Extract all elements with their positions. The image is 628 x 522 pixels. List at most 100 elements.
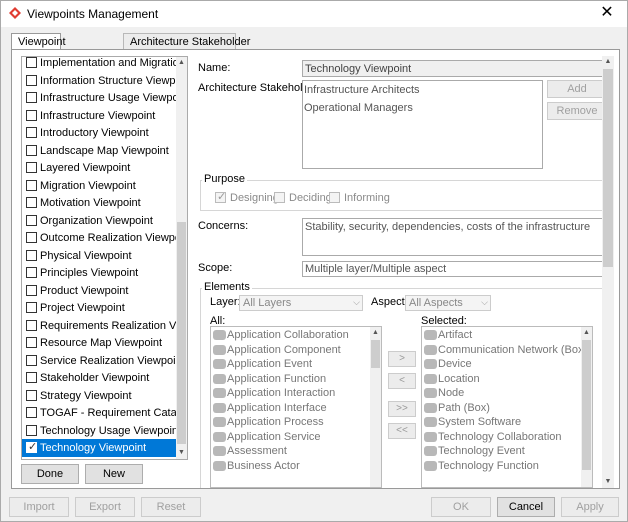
scroll-down-icon[interactable]: ▼ [602, 476, 614, 488]
stakeholder-item[interactable]: Operational Managers [304, 102, 413, 114]
scroll-thumb[interactable] [371, 340, 380, 368]
viewpoint-list-item[interactable]: Infrastructure Viewpoint [22, 107, 177, 125]
scroll-up-icon[interactable]: ▲ [370, 327, 381, 339]
all-elements-list[interactable]: Business Actor Assessment Application Serv… [210, 326, 382, 488]
viewpoint-list-item[interactable]: Service Realization Viewpoint [22, 352, 177, 370]
viewpoint-checkbox[interactable] [26, 214, 37, 226]
viewpoint-list-item[interactable]: TOGAF - Requirement Catalog [22, 404, 177, 422]
scroll-up-icon[interactable]: ▲ [176, 57, 187, 69]
remove-element-button[interactable]: < [388, 373, 416, 389]
viewpoint-checkbox[interactable] [26, 249, 37, 261]
viewpoint-list-item[interactable]: Layered Viewpoint [22, 159, 177, 177]
viewpoint-list-item[interactable]: Landscape Map Viewpoint [22, 142, 177, 160]
add-element-button[interactable]: > [388, 351, 416, 367]
scroll-thumb[interactable] [603, 69, 613, 267]
element-label: Technology Function [438, 459, 539, 472]
informing-checkbox[interactable]: Informing [329, 191, 390, 205]
viewpoint-checkbox[interactable] [26, 127, 37, 138]
viewpoint-checkbox[interactable] [26, 162, 37, 173]
tab-architecture-stakeholder[interactable]: Architecture Stakeholder [123, 33, 250, 50]
concerns-field[interactable]: Stability, security, dependencies, costs… [302, 218, 607, 256]
remove-stakeholder-button[interactable]: Remove [547, 102, 607, 120]
viewpoint-list-item[interactable]: Motivation Viewpoint [22, 194, 177, 212]
scroll-down-icon[interactable]: ▼ [176, 447, 187, 459]
layer-select[interactable]: All Layers ⌵ [239, 295, 363, 311]
viewpoint-checkbox[interactable] [26, 179, 37, 191]
add-stakeholder-button[interactable]: Add [547, 80, 607, 98]
selected-elements-list[interactable]: Technology Function Technology Event Techn… [421, 326, 593, 488]
element-label: Application Process [227, 416, 324, 428]
viewpoint-list-scrollbar[interactable]: ▲ ▼ [176, 57, 187, 459]
viewpoint-checkbox[interactable] [26, 424, 37, 436]
stakeholders-list[interactable]: Infrastructure Architects Operational Ma… [302, 80, 543, 169]
element-label: Application Service [227, 430, 321, 443]
done-button[interactable]: Done [21, 464, 79, 484]
element-type-icon [424, 388, 437, 398]
viewpoint-checkbox[interactable] [26, 144, 37, 156]
new-button[interactable]: New [85, 464, 143, 484]
remove-all-elements-button[interactable]: << [388, 423, 416, 439]
apply-button[interactable]: Apply [561, 497, 619, 517]
name-field[interactable]: Technology Viewpoint [302, 60, 607, 77]
viewpoint-checkbox[interactable] [26, 57, 37, 68]
scroll-up-icon[interactable]: ▲ [602, 56, 614, 68]
viewpoint-list-item[interactable]: Organization Viewpoint [22, 212, 177, 230]
scroll-thumb[interactable] [582, 340, 591, 470]
viewpoint-list-item[interactable]: Principles Viewpoint [22, 264, 177, 282]
viewpoint-list-item[interactable]: Project Viewpoint [22, 299, 177, 317]
checkbox-box[interactable] [274, 192, 285, 203]
viewpoint-checkbox[interactable] [26, 319, 37, 331]
viewpoint-list-item[interactable]: Implementation and Migration ... [22, 57, 177, 72]
viewpoint-checkbox[interactable] [26, 92, 37, 103]
checkbox-box[interactable] [329, 192, 340, 203]
viewpoint-checkbox[interactable] [26, 232, 37, 243]
check-icon: ✓ [28, 441, 38, 453]
viewpoint-list-item[interactable]: Physical Viewpoint [22, 247, 177, 265]
stakeholder-item[interactable]: Infrastructure Architects [304, 84, 420, 96]
all-elements-scrollbar[interactable]: ▲ [370, 327, 381, 487]
scope-field[interactable]: Multiple layer/Multiple aspect [302, 261, 607, 277]
viewpoint-checkbox[interactable] [26, 74, 37, 86]
viewpoint-checkbox[interactable] [26, 389, 37, 401]
ok-button[interactable]: OK [431, 497, 491, 517]
viewpoint-list-item[interactable]: Strategy Viewpoint [22, 387, 177, 405]
viewpoint-checkbox[interactable] [26, 197, 37, 208]
viewpoint-list-item[interactable]: Stakeholder Viewpoint [22, 369, 177, 387]
viewpoint-checkbox[interactable] [26, 337, 37, 348]
aspect-label: Aspect: [371, 296, 408, 308]
viewpoint-list-item[interactable]: Introductory Viewpoint [22, 124, 177, 142]
viewpoint-checkbox[interactable] [26, 372, 37, 383]
viewpoint-list-item[interactable]: Technology Usage Viewpoint [22, 422, 177, 440]
viewpoint-checkbox[interactable] [26, 407, 37, 418]
viewpoint-checkbox[interactable] [26, 354, 37, 366]
viewpoint-label: Migration Viewpoint [40, 179, 136, 192]
scroll-thumb[interactable] [177, 222, 186, 444]
viewpoint-checkbox[interactable] [26, 267, 37, 278]
viewpoint-checkbox[interactable] [26, 302, 37, 313]
viewpoint-checkbox[interactable] [26, 284, 37, 296]
viewpoint-list-item[interactable]: Migration Viewpoint [22, 177, 177, 195]
viewpoint-checkbox[interactable] [26, 109, 37, 121]
viewpoint-checkbox[interactable]: ✓ [26, 441, 38, 453]
scroll-up-icon[interactable]: ▲ [581, 327, 592, 339]
form-scrollbar[interactable]: ▲ ▼ [602, 56, 614, 488]
deciding-checkbox[interactable]: Deciding [274, 191, 334, 205]
viewpoint-list-item[interactable]: Requirements Realization View... [22, 317, 177, 335]
aspect-select[interactable]: All Aspects ⌵ [405, 295, 491, 311]
export-button[interactable]: Export [75, 497, 135, 517]
viewpoint-list-item[interactable]: Resource Map Viewpoint [22, 334, 177, 352]
viewpoint-list-item[interactable]: Infrastructure Usage Viewpoint [22, 89, 177, 107]
reset-button[interactable]: Reset [141, 497, 201, 517]
viewpoint-list-item[interactable]: Product Viewpoint [22, 282, 177, 300]
checkbox-box[interactable]: ✓ [215, 191, 226, 203]
selected-elements-scrollbar[interactable]: ▲ [581, 327, 592, 487]
add-all-elements-button[interactable]: >> [388, 401, 416, 417]
viewpoint-list-item[interactable]: ✓ Technology Viewpoint [22, 439, 177, 457]
close-icon[interactable]: ✕ [595, 3, 619, 23]
viewpoint-list-item[interactable]: Information Structure Viewpoint [22, 72, 177, 90]
cancel-button[interactable]: Cancel [497, 497, 555, 517]
viewpoint-list[interactable]: ✓ Technology Viewpoint Technology Usage Vi… [21, 56, 188, 460]
viewpoint-list-item[interactable]: Outcome Realization Viewpoint [22, 229, 177, 247]
viewpoint-label: TOGAF - Requirement Catalog [40, 407, 177, 419]
import-button[interactable]: Import [9, 497, 69, 517]
